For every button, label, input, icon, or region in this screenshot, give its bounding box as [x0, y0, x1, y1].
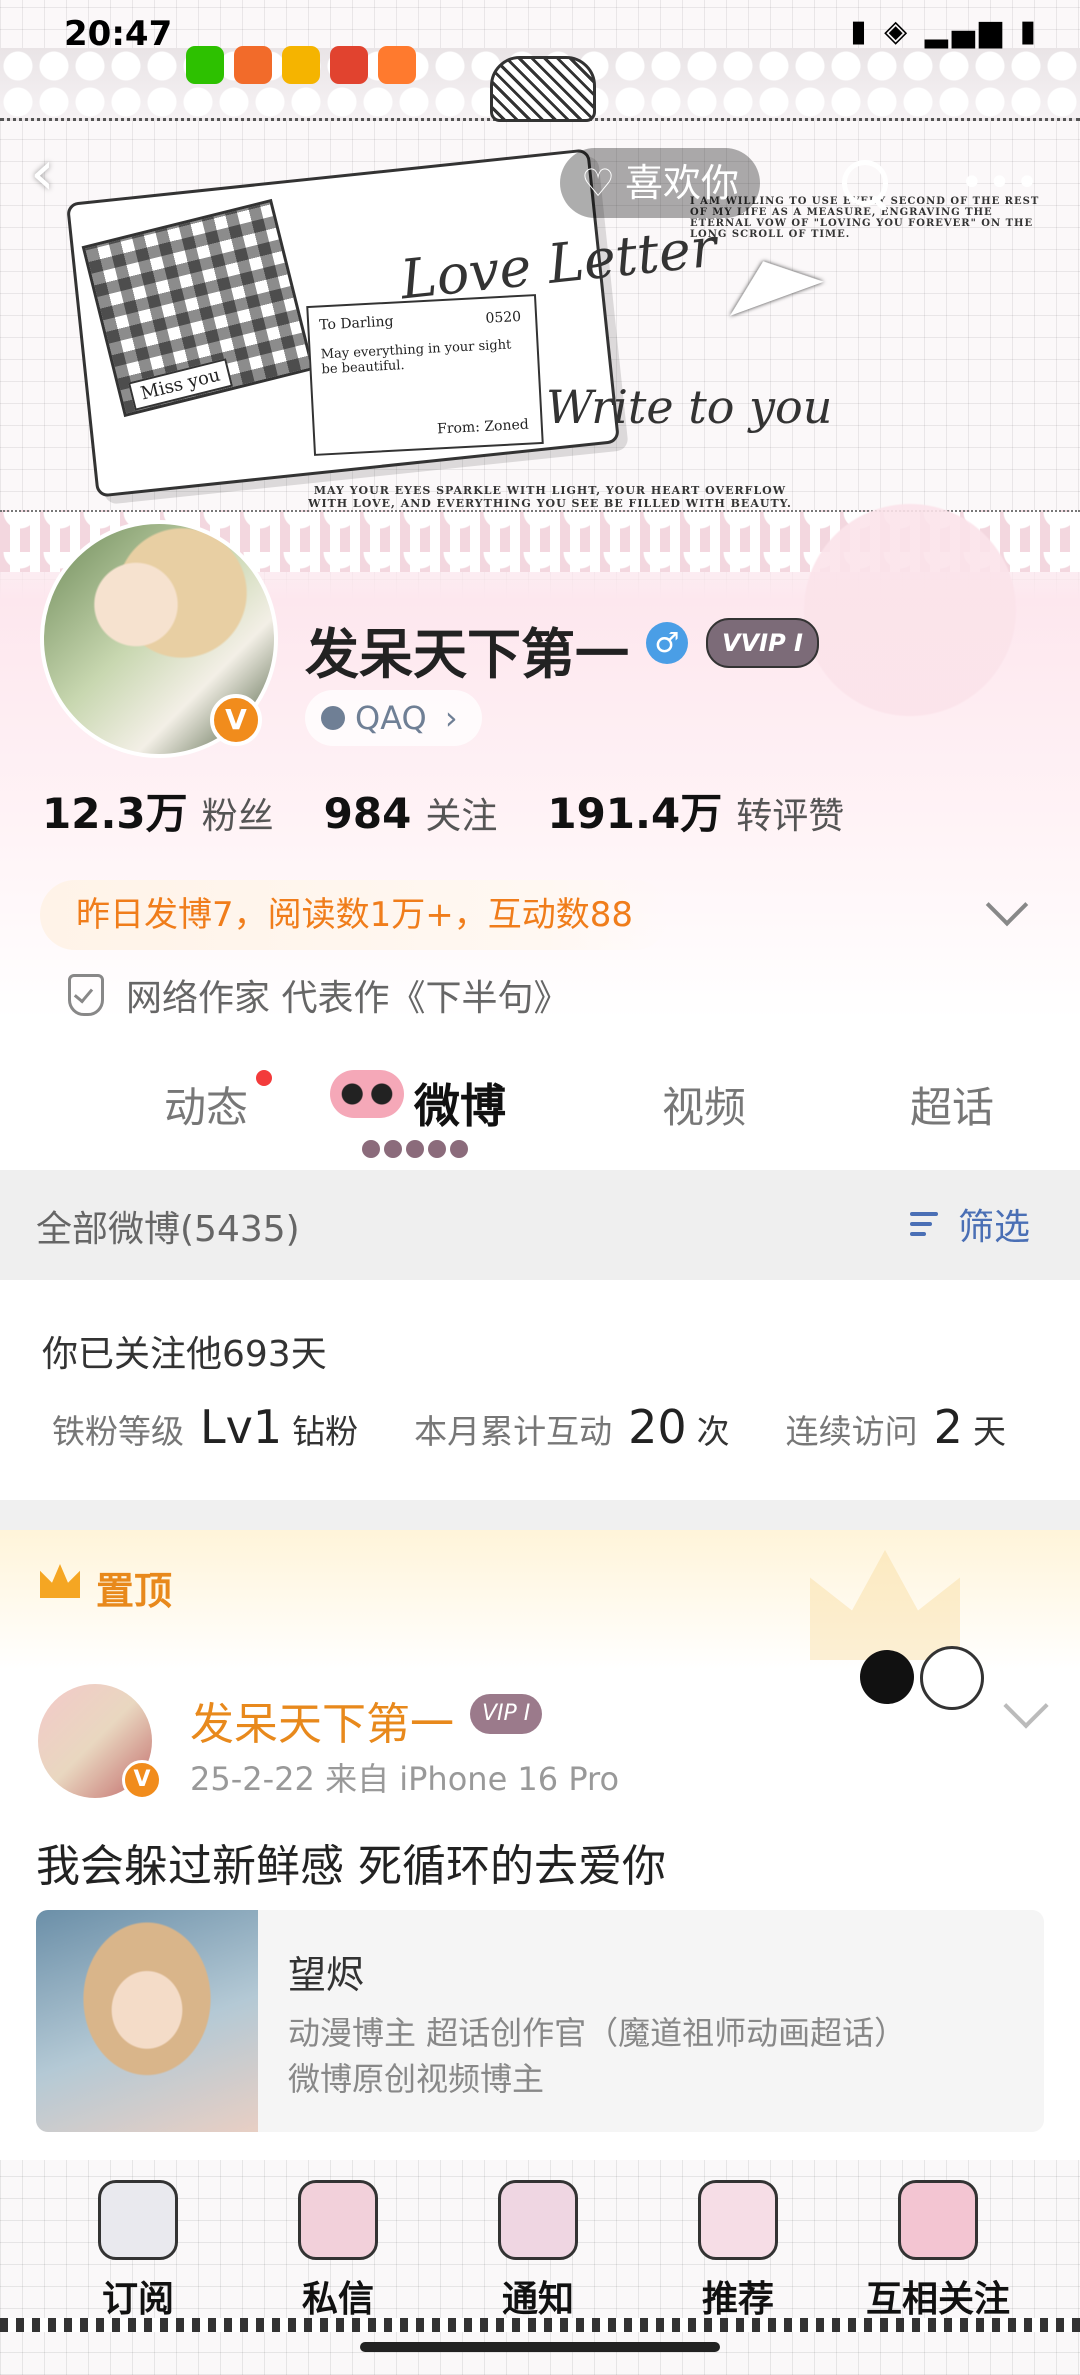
fan-level-value: Lv1	[200, 1400, 283, 1454]
bow-icon	[330, 1070, 404, 1118]
stat-label: 粉丝	[201, 796, 274, 837]
stat-reposts-likes[interactable]: 191.4万 转评赞	[547, 780, 894, 841]
wechat-icon	[186, 46, 224, 84]
tab-super-topic[interactable]: 超话	[910, 1074, 994, 1135]
more-dots-icon: •••	[960, 160, 1043, 206]
nav-notifications[interactable]: 通知	[438, 2180, 638, 2320]
status-time: 20:47	[64, 14, 173, 54]
letter-paper: To Darling 0520 May everything in your s…	[306, 294, 544, 456]
profile-stats: 12.3万 粉丝 984 关注 191.4万 转评赞	[42, 780, 894, 850]
letter-body: May everything in your sight be beautifu…	[320, 337, 512, 378]
nav-label: 推荐	[701, 2279, 774, 2320]
gift-box-icon	[98, 2180, 178, 2260]
app-notification-icon	[330, 46, 368, 84]
shared-user-desc-line: 微博原创视频博主	[288, 2060, 545, 2098]
bell-icon	[498, 2180, 578, 2260]
activity-summary[interactable]: 昨日发博7，阅读数1万+，互动数88	[40, 880, 670, 950]
stat-followers[interactable]: 12.3万 粉丝	[42, 780, 324, 841]
nav-label: 订阅	[101, 2279, 174, 2320]
interaction-label: 本月累计互动	[414, 1412, 613, 1451]
tab-feed[interactable]: 动态	[164, 1074, 248, 1135]
followed-days: 你已关注他693天	[42, 1334, 327, 1375]
post-meta: 25-2-22 来自 iPhone 16 Pro	[190, 1760, 620, 1798]
active-tab-indicator	[362, 1140, 472, 1160]
back-button[interactable]: ‹	[30, 140, 86, 206]
interaction-unit: 次	[696, 1412, 730, 1451]
tag-icon	[321, 706, 345, 730]
shield-icon	[68, 974, 104, 1016]
visit-unit: 天	[972, 1412, 1006, 1451]
post-text[interactable]: 我会躲过新鲜感 死循环的去爱你	[36, 1830, 666, 1894]
app-notification-icon	[234, 46, 272, 84]
divider	[0, 1500, 1080, 1530]
pinned-label: 置顶	[96, 1569, 173, 1613]
male-icon: ♂	[646, 622, 688, 664]
chevron-down-icon[interactable]	[1003, 1683, 1049, 1729]
all-weibo-count: 全部微博(5435)	[36, 1209, 300, 1250]
filter-label: 筛选	[958, 1207, 1031, 1248]
verified-badge: V	[210, 694, 262, 746]
fan-level-label: 铁粉等级	[52, 1412, 184, 1451]
search-icon	[842, 160, 888, 206]
filter-button[interactable]: 筛选	[910, 1198, 1030, 1250]
interaction-value: 20	[628, 1400, 687, 1454]
chevron-right-icon: ›	[444, 699, 458, 737]
tab-weibo[interactable]: 微博	[414, 1070, 506, 1136]
write-to-you-title: Write to you	[546, 380, 833, 434]
shared-user-desc-line: 动漫博主 超话创作官（魔道祖师动画超话）	[288, 2014, 907, 2052]
lace-decoration	[0, 2318, 1080, 2332]
tab-video[interactable]: 视频	[662, 1074, 746, 1135]
app-notification-icon	[378, 46, 416, 84]
letter-date: 0520	[485, 308, 522, 327]
author-desc: 网络作家 代表作《下半句》	[126, 978, 570, 1019]
profile-tag[interactable]: QAQ ›	[305, 690, 482, 746]
shared-user-avatar	[36, 1910, 258, 2132]
stat-label: 转评赞	[736, 796, 845, 837]
post-author[interactable]: 发呆天下第一	[190, 1688, 454, 1752]
banner-slogan: MAY YOUR EYES SPARKLE WITH LIGHT, YOUR H…	[308, 484, 792, 510]
visit-value: 2	[933, 1400, 963, 1454]
visit-label: 连续访问	[785, 1412, 918, 1451]
nav-messages[interactable]: 私信	[238, 2180, 438, 2320]
search-button[interactable]	[838, 156, 894, 212]
fan-stats: 铁粉等级 Lv1 钻粉 本月累计互动 20 次 连续访问 2 天	[52, 1400, 1052, 1470]
shared-user-name: 望烬	[288, 1953, 365, 1997]
like-button[interactable]: ♡ 喜欢你	[560, 148, 760, 218]
fan-level-unit: 钻粉	[292, 1412, 359, 1451]
stat-following[interactable]: 984 关注	[324, 787, 548, 839]
vip-badge: VIP I	[470, 1694, 543, 1734]
vip-badge[interactable]: VVIP I	[706, 618, 819, 668]
stat-value: 12.3万	[42, 789, 188, 838]
verified-badge: V	[122, 1760, 162, 1800]
like-label: 喜欢你	[625, 161, 740, 205]
nav-label: 互相关注	[865, 2279, 1010, 2320]
stat-value: 191.4万	[547, 789, 723, 838]
stat-label: 关注	[425, 796, 498, 837]
shared-user-desc: 动漫博主 超话创作官（魔道祖师动画超话） 微博原创视频博主	[288, 2010, 906, 2102]
nav-label: 私信	[301, 2279, 374, 2320]
system-status-icons: ▮ ◈ ▂▄▆ ▮	[850, 14, 1040, 49]
stat-value: 984	[323, 789, 412, 838]
heart-icon: ♡	[580, 161, 616, 205]
author-certification[interactable]: 网络作家 代表作《下半句》	[68, 965, 569, 1025]
home-indicator[interactable]	[360, 2342, 720, 2352]
profile-tag-label: QAQ	[355, 699, 427, 737]
more-button[interactable]: •••	[960, 150, 1039, 216]
weibo-icon	[282, 46, 320, 84]
notification-dot	[256, 1070, 272, 1086]
status-bar: 20:47 ▮ ◈ ▂▄▆ ▮	[0, 0, 1080, 84]
shared-user-card[interactable]: 望烬 动漫博主 超话创作官（魔道祖师动画超话） 微博原创视频博主	[36, 1910, 1044, 2132]
cake-icon	[898, 2180, 978, 2260]
bow-icon	[298, 2180, 378, 2260]
nav-recommend[interactable]: 推荐	[638, 2180, 838, 2320]
filter-icon	[910, 1210, 948, 1238]
bag-icon	[698, 2180, 778, 2260]
cat-decoration	[830, 1640, 990, 1710]
cloud-deco	[780, 470, 1040, 750]
letter-from: From: Zoned	[436, 416, 530, 438]
profile-nickname: 发呆天下第一	[305, 623, 629, 686]
nav-label: 通知	[501, 2279, 574, 2320]
nav-subscribe[interactable]: 订阅	[38, 2180, 238, 2320]
nav-mutual-follow[interactable]: 互相关注	[838, 2180, 1038, 2320]
